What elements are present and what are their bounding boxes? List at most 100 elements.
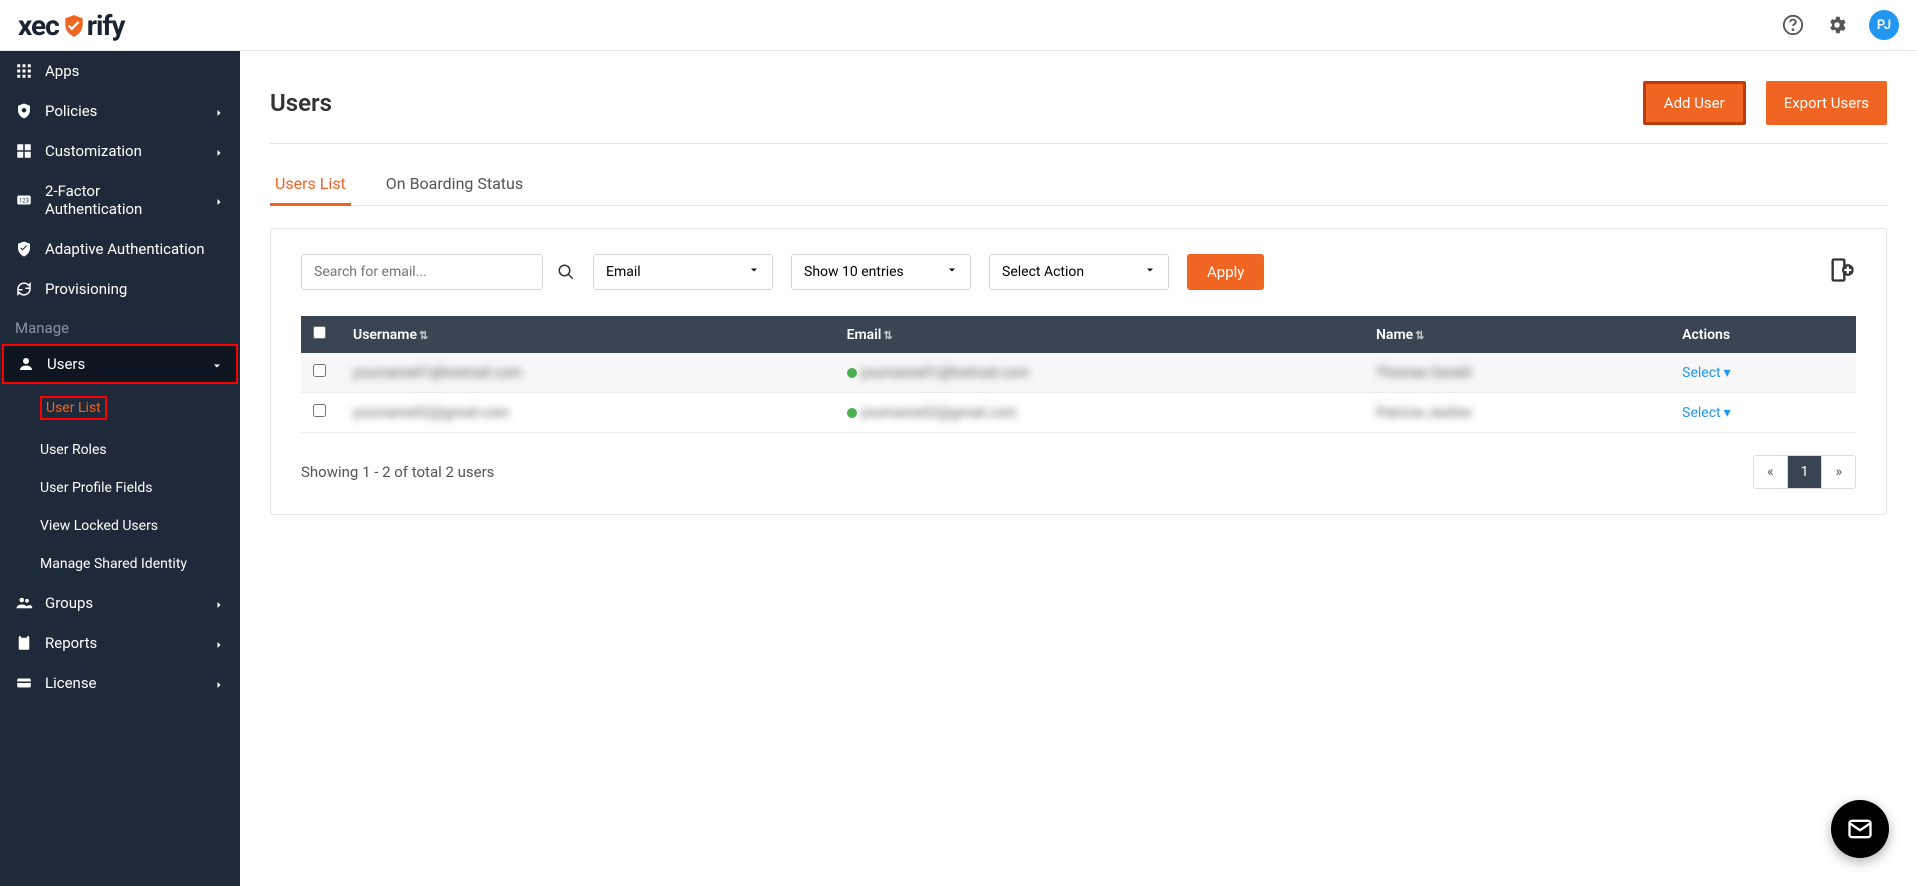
tab-onboarding[interactable]: On Boarding Status bbox=[381, 162, 528, 205]
email-select[interactable]: Email bbox=[593, 254, 773, 290]
sidebar-item-label: Reports bbox=[45, 634, 201, 652]
col-actions: Actions bbox=[1670, 316, 1856, 353]
row-action-select[interactable]: Select ▾ bbox=[1682, 405, 1731, 421]
sidebar-item-provisioning[interactable]: Provisioning bbox=[0, 269, 240, 309]
sidebar-item-label: Provisioning bbox=[45, 280, 225, 298]
brand-logo: xec rify bbox=[18, 9, 124, 42]
sidebar-item-customization[interactable]: Customization bbox=[0, 131, 240, 171]
sidebar-item-apps[interactable]: Apps bbox=[0, 51, 240, 91]
chevron-down-icon bbox=[1144, 264, 1156, 280]
cell-email: yourname02@gmail.com bbox=[835, 393, 1364, 433]
col-name[interactable]: Name⇅ bbox=[1364, 316, 1670, 353]
chevron-right-icon bbox=[213, 194, 225, 206]
export-users-button[interactable]: Export Users bbox=[1766, 81, 1887, 125]
caret-down-icon: ▾ bbox=[1724, 405, 1731, 421]
license-icon bbox=[15, 674, 33, 692]
sidebar-item-groups[interactable]: Groups bbox=[0, 583, 240, 623]
chevron-right-icon bbox=[213, 105, 225, 117]
sidebar-sub-user-roles[interactable]: User Roles bbox=[0, 431, 240, 469]
tabs: Users List On Boarding Status bbox=[270, 162, 1887, 206]
select-value: Select Action bbox=[1002, 264, 1084, 280]
select-action-select[interactable]: Select Action bbox=[989, 254, 1169, 290]
table-row: yourname02@gmail.com yourname02@gmail.co… bbox=[301, 393, 1856, 433]
sidebar-item-2fa[interactable]: 123 2-Factor Authentication bbox=[0, 171, 240, 229]
sidebar-item-reports[interactable]: Reports bbox=[0, 623, 240, 663]
results-count: Showing 1 - 2 of total 2 users bbox=[301, 463, 494, 481]
page-title: Users bbox=[270, 89, 332, 117]
cell-actions: Select ▾ bbox=[1670, 353, 1856, 393]
cell-email: yourname01@hotmail.com bbox=[835, 353, 1364, 393]
chevron-right-icon bbox=[213, 637, 225, 649]
verified-icon bbox=[847, 368, 857, 378]
page-next[interactable]: » bbox=[1822, 456, 1855, 488]
page-actions: Add User Export Users bbox=[1643, 81, 1887, 125]
adaptive-icon bbox=[15, 240, 33, 258]
cell-name: Patricia Jasline bbox=[1364, 393, 1670, 433]
page-current[interactable]: 1 bbox=[1788, 456, 1823, 488]
apply-button[interactable]: Apply bbox=[1187, 254, 1264, 290]
main-content: Users Add User Export Users Users List O… bbox=[240, 51, 1917, 886]
sidebar-item-policies[interactable]: Policies bbox=[0, 91, 240, 131]
avatar[interactable]: PJ bbox=[1869, 10, 1899, 40]
user-icon bbox=[17, 355, 35, 373]
show-entries-select[interactable]: Show 10 entries bbox=[791, 254, 971, 290]
cell-username: yourname02@gmail.com bbox=[341, 393, 835, 433]
search-input[interactable] bbox=[301, 254, 543, 290]
sidebar-item-label: Customization bbox=[45, 142, 201, 160]
search-icon[interactable] bbox=[557, 263, 575, 281]
chevron-down-icon bbox=[748, 264, 760, 280]
sidebar-sub-user-profile-fields[interactable]: User Profile Fields bbox=[0, 469, 240, 507]
help-icon[interactable] bbox=[1781, 13, 1805, 37]
cell-actions: Select ▾ bbox=[1670, 393, 1856, 433]
shield-icon bbox=[15, 102, 33, 120]
svg-text:123: 123 bbox=[19, 197, 29, 204]
header-right: PJ bbox=[1781, 10, 1899, 40]
sidebar-sub-user-list[interactable]: User List bbox=[0, 385, 240, 431]
logo-shield-icon bbox=[61, 13, 85, 37]
sidebar-item-label: 2-Factor Authentication bbox=[45, 182, 201, 218]
row-checkbox[interactable] bbox=[313, 364, 326, 377]
sort-icon: ⇅ bbox=[419, 329, 428, 342]
tab-users-list[interactable]: Users List bbox=[270, 162, 351, 205]
groups-icon bbox=[15, 594, 33, 612]
sync-icon bbox=[15, 280, 33, 298]
chevron-right-icon bbox=[213, 677, 225, 689]
sidebar-section-manage: Manage bbox=[0, 309, 240, 343]
sidebar-item-label: Groups bbox=[45, 594, 201, 612]
gear-icon[interactable] bbox=[1825, 13, 1849, 37]
page-prev[interactable]: « bbox=[1754, 456, 1788, 488]
filter-card: Email Show 10 entries Select Action Appl… bbox=[270, 228, 1887, 515]
sort-icon: ⇅ bbox=[883, 329, 892, 342]
customize-icon bbox=[15, 142, 33, 160]
sidebar-item-label: Apps bbox=[45, 62, 225, 80]
cell-username: yourname01@hotmail.com bbox=[341, 353, 835, 393]
2fa-icon: 123 bbox=[15, 191, 33, 209]
col-checkbox bbox=[301, 316, 341, 353]
sidebar-sub-view-locked[interactable]: View Locked Users bbox=[0, 507, 240, 545]
row-action-select[interactable]: Select ▾ bbox=[1682, 365, 1731, 381]
select-all-checkbox[interactable] bbox=[313, 326, 326, 339]
import-users-icon[interactable] bbox=[1828, 256, 1856, 288]
add-user-button[interactable]: Add User bbox=[1643, 81, 1746, 125]
sidebar-item-users[interactable]: Users bbox=[4, 346, 236, 382]
sidebar-item-adaptive[interactable]: Adaptive Authentication bbox=[0, 229, 240, 269]
caret-down-icon: ▾ bbox=[1724, 365, 1731, 381]
chat-fab[interactable] bbox=[1831, 800, 1889, 858]
sidebar-sub-shared-identity[interactable]: Manage Shared Identity bbox=[0, 545, 240, 583]
logo-text-part2: rify bbox=[87, 9, 125, 42]
sidebar-sub-label: User List bbox=[40, 396, 107, 420]
sort-icon: ⇅ bbox=[1415, 329, 1424, 342]
select-value: Show 10 entries bbox=[804, 264, 904, 280]
sidebar-item-license[interactable]: License bbox=[0, 663, 240, 703]
page-header: Users Add User Export Users bbox=[270, 71, 1887, 144]
table-footer: Showing 1 - 2 of total 2 users « 1 » bbox=[301, 455, 1856, 489]
top-header: xec rify PJ bbox=[0, 0, 1917, 51]
apps-icon bbox=[15, 62, 33, 80]
sidebar-item-label: License bbox=[45, 674, 201, 692]
col-username[interactable]: Username⇅ bbox=[341, 316, 835, 353]
row-checkbox[interactable] bbox=[313, 404, 326, 417]
col-email[interactable]: Email⇅ bbox=[835, 316, 1364, 353]
cell-name: Thomas Gerald bbox=[1364, 353, 1670, 393]
search-wrap bbox=[301, 254, 575, 290]
chevron-right-icon bbox=[213, 597, 225, 609]
